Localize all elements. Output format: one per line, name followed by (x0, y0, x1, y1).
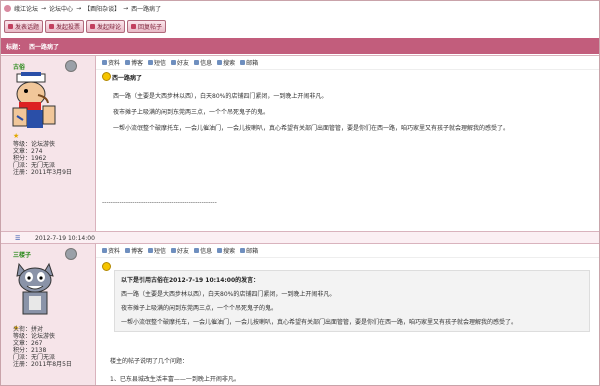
message-icon (148, 60, 154, 65)
post-2-content: 资料 博客 短信 好友 信息 搜索 邮箱 以下是引用古俗在2012-7-19 1… (96, 244, 599, 385)
post-2-user-stats: 头衔：拼对 等级：论坛游侠 文章：267 积分：2138 门派：无门无派 注册：… (13, 326, 72, 368)
post-2-username[interactable]: 三楼子 (13, 250, 31, 259)
info-link[interactable]: 信息 (194, 58, 212, 67)
profile-link[interactable]: 资料 (102, 246, 120, 255)
search-link[interactable]: 搜索 (217, 246, 235, 255)
online-status-icon (65, 60, 77, 72)
post-toolbar: 发表话题 发起投票 发起辩论 回复帖子 (1, 16, 599, 36)
blog-icon (125, 60, 131, 65)
message-link[interactable]: 短信 (148, 246, 166, 255)
blog-link[interactable]: 博客 (125, 58, 143, 67)
post-2-actions: 资料 博客 短信 好友 信息 搜索 邮箱 (96, 244, 599, 258)
breadcrumb-arrow: → (41, 5, 47, 12)
friend-icon (171, 248, 177, 253)
post-1-line: 一帮小流氓整个破摩托车，一会儿催油门，一会儿按喇叭，真心希望有关部门出面管管，要… (113, 125, 510, 132)
profile-link[interactable]: 资料 (102, 58, 120, 67)
post-1-actions: 资料 博客 短信 好友 信息 搜索 邮箱 (96, 56, 599, 70)
floor-icon: ☰ (15, 234, 21, 242)
tom-cat-avatar (16, 262, 54, 315)
poll-icon (49, 23, 55, 29)
message-link[interactable]: 短信 (148, 58, 166, 67)
rank-star-icon: ★ (13, 132, 20, 140)
breadcrumb-arrow: → (76, 5, 82, 12)
info-icon (194, 248, 200, 253)
email-link[interactable]: 邮箱 (240, 58, 258, 67)
message-icon (148, 248, 154, 253)
quote-block: 以下是引用古俗在2012-7-19 10:14:00的发言： 西一路（主要是大西… (114, 270, 590, 332)
popeye-avatar (12, 72, 56, 128)
reply-icon (131, 23, 137, 29)
quote-line: 夜市摊子上吸满的闲到东莞两三点，一个个吊死鬼子的鬼。 (121, 305, 278, 312)
friend-link[interactable]: 好友 (171, 246, 189, 255)
post-1-content: 资料 博客 短信 好友 信息 搜索 邮箱 西一路病了 西一路（主要是大西步林以西… (96, 56, 599, 232)
email-link[interactable]: 邮箱 (240, 246, 258, 255)
post-1: 古俗 ★ 等级：论坛游侠 文章：274 积分：1962 门派：无门无派 注册：2… (1, 55, 599, 232)
new-topic-button[interactable]: 发表话题 (4, 19, 44, 33)
thread-title-label: 标题： (6, 43, 25, 51)
info-link[interactable]: 信息 (194, 246, 212, 255)
post-1-username[interactable]: 古俗 (13, 62, 25, 71)
post-2: 三楼子 ★ 头衔：拼对 等级：论坛游侠 文章：267 积分：2138 门派：无门… (1, 243, 599, 385)
friend-link[interactable]: 好友 (171, 58, 189, 67)
thread-title: 西一路病了 (29, 43, 60, 51)
thread-title-bar: 标题： 西一路病了 (1, 38, 599, 54)
info-icon (194, 60, 200, 65)
post-1-line: 夜市摊子上吸满的闲到东莞两三点，一个个吊死鬼子的鬼。 (113, 109, 270, 116)
email-icon (240, 60, 246, 65)
blog-icon (125, 248, 131, 253)
new-topic-icon (8, 23, 13, 29)
post-1-line: 西一路（主要是大西步林以西），白天80%的店铺四门紧闭，一到晚上开闹非凡。 (113, 93, 328, 100)
breadcrumb-forum[interactable]: 峨江论坛 (14, 4, 38, 13)
breadcrumb-arrow: → (123, 5, 129, 12)
search-icon (217, 60, 223, 65)
profile-icon (102, 60, 107, 65)
reply-line: 1、已东县城改生活丰富——一到晚上开闹非凡。 (110, 376, 240, 383)
forum-home-icon[interactable] (4, 5, 11, 12)
new-debate-button[interactable]: 发起辩论 (86, 19, 126, 33)
smiley-icon (102, 262, 111, 271)
search-icon (217, 248, 223, 253)
reply-button[interactable]: 回复帖子 (127, 19, 167, 33)
friend-icon (171, 60, 177, 65)
online-status-icon (65, 248, 77, 260)
breadcrumb-center[interactable]: 论坛中心 (49, 4, 73, 13)
post-1-title: 西一路病了 (112, 75, 143, 82)
quote-line: 西一路（主要是大西步林以西），白天80%的店铺四门紧闭，一到晚上开闹非凡。 (121, 291, 336, 298)
smiley-icon (102, 72, 111, 81)
quote-header: 以下是引用古俗在2012-7-19 10:14:00的发言： (121, 277, 260, 284)
post-1-user-stats: 等级：论坛游侠 文章：274 积分：1962 门派：无门无派 注册：2011年3… (13, 141, 72, 176)
post-2-author-panel: 三楼子 ★ 头衔：拼对 等级：论坛游侠 文章：267 积分：2138 门派：无门… (1, 244, 96, 385)
breadcrumb: 峨江论坛 → 论坛中心 → 【酉阳杂谈】 → 西一路病了 (1, 1, 599, 16)
post-1-timestamp: 2012-7-19 10:14:00 (35, 234, 95, 242)
quote-line: 一帮小流氓整个破摩托车，一会儿催油门，一会儿按喇叭，真心希望有关部门出面管管，要… (121, 319, 518, 326)
reply-line: 楼主的帖子说明了几个问题： (110, 358, 189, 365)
debate-icon (90, 23, 96, 29)
search-link[interactable]: 搜索 (217, 58, 235, 67)
profile-icon (102, 248, 107, 253)
breadcrumb-board[interactable]: 【酉阳杂谈】 (84, 4, 120, 13)
post-1-author-panel: 古俗 ★ 等级：论坛游侠 文章：274 积分：1962 门派：无门无派 注册：2… (1, 56, 96, 232)
blog-link[interactable]: 博客 (125, 246, 143, 255)
email-icon (240, 248, 246, 253)
post-1-signature: ----------------------------------------… (102, 199, 217, 206)
breadcrumb-thread: 西一路病了 (131, 6, 162, 13)
forum-window: 峨江论坛 → 论坛中心 → 【酉阳杂谈】 → 西一路病了 发表话题 发起投票 发… (0, 0, 600, 386)
new-poll-button[interactable]: 发起投票 (45, 19, 85, 33)
